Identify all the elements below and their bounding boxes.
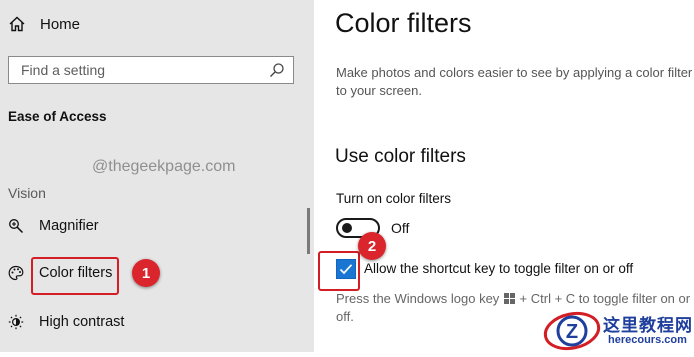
toggle-knob <box>342 223 352 233</box>
windows-logo-icon <box>503 293 515 304</box>
site-logo: Z 这里教程网 herecours.com <box>542 307 694 352</box>
highlight-box-checkbox <box>318 251 360 291</box>
helper-prefix: Press the Windows logo key <box>336 291 500 306</box>
search-box[interactable] <box>8 56 294 84</box>
logo-text-cn: 这里教程网 <box>603 316 693 336</box>
step-badge-1: 1 <box>132 259 160 287</box>
high-contrast-icon <box>8 314 24 330</box>
logo-letter: Z <box>566 321 578 343</box>
group-label-vision: Vision <box>8 185 46 201</box>
sidebar-item-high-contrast[interactable]: High contrast <box>8 309 124 335</box>
home-icon <box>9 16 25 32</box>
magnifier-icon <box>9 219 24 234</box>
logo-text-en: herecours.com <box>608 334 687 346</box>
section-title: Ease of Access <box>8 109 107 124</box>
toggle-caption: Turn on color filters <box>336 191 452 206</box>
search-input[interactable] <box>19 61 269 79</box>
nav-home[interactable]: Home <box>8 12 208 36</box>
watermark: @thegeekpage.com <box>92 158 236 175</box>
highlight-box-color-filters <box>31 257 119 295</box>
sidebar-item-label: High contrast <box>39 314 125 330</box>
scroll-indicator[interactable] <box>307 208 310 254</box>
home-label: Home <box>40 15 81 33</box>
shortcut-key-label[interactable]: Allow the shortcut key to toggle filter … <box>364 261 633 276</box>
search-icon[interactable] <box>269 62 285 78</box>
sidebar: Home Ease of Access @thegeekpage.com Vis… <box>0 0 314 352</box>
page-title: Color filters <box>335 8 472 38</box>
section-heading: Use color filters <box>335 146 466 167</box>
sidebar-item-magnifier[interactable]: Magnifier <box>8 213 99 239</box>
logo-emblem: Z <box>543 311 601 351</box>
step-badge-2: 2 <box>358 232 386 260</box>
sidebar-item-label: Magnifier <box>39 218 99 234</box>
toggle-state-label: Off <box>391 220 410 236</box>
palette-icon <box>8 265 24 281</box>
page-description: Make photos and colors easier to see by … <box>336 65 693 98</box>
